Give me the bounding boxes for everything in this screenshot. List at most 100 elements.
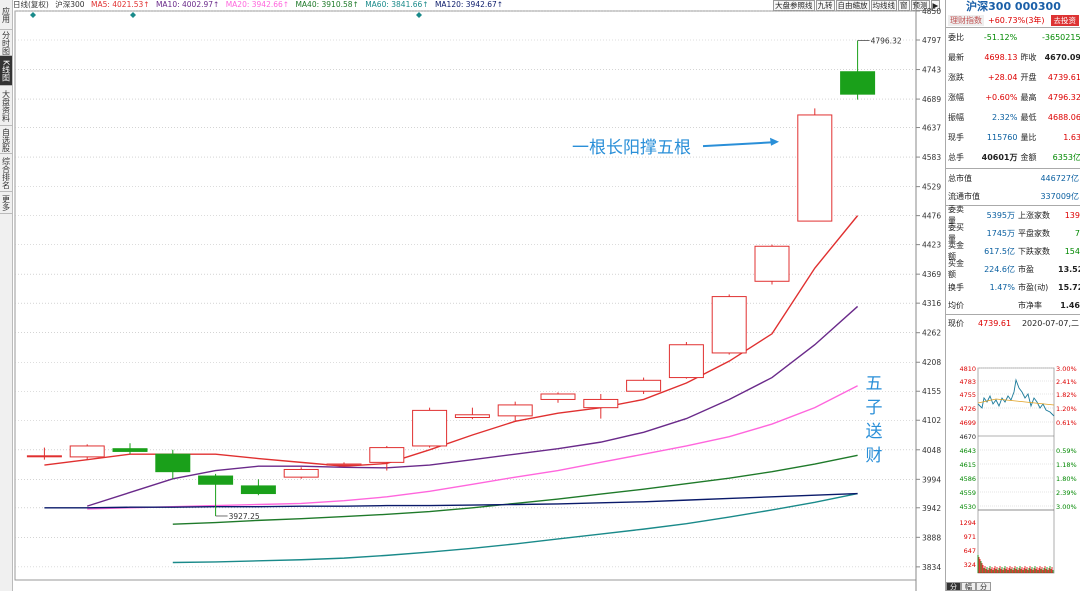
left-tab-3[interactable]: 大盘资料 — [0, 86, 12, 126]
candle-body-1 — [69, 445, 105, 458]
quote-value-2: 6353亿 — [1052, 153, 1080, 162]
y-tick-label-18: 3888 — [922, 533, 941, 542]
stats-value-2: 1.46 — [1060, 300, 1080, 310]
stats-value: 224.6亿 — [984, 264, 1015, 274]
candle-body-7 — [326, 463, 362, 466]
finance-index-label: 理财指数 — [948, 15, 984, 26]
y-tick-label-5: 4583 — [922, 153, 941, 162]
quote-key: 现手 — [948, 133, 964, 142]
y-tick-label-10: 4316 — [922, 299, 941, 308]
quote-value-2: 1.63 — [1063, 133, 1080, 142]
y-tick-label-12: 4208 — [922, 358, 941, 367]
quote-key: 最新 — [948, 53, 964, 62]
y-tick-label-15: 4048 — [922, 446, 941, 455]
market-key: 总市值 — [948, 173, 972, 183]
mini-left-8: 4586 — [959, 475, 976, 483]
mini-tab-1[interactable]: 幅 — [961, 582, 976, 591]
candle-body-15 — [668, 344, 704, 379]
price-row: 现价 4739.61 2020-07-07,二 — [946, 314, 1080, 331]
left-tab-5[interactable]: 综合排名 — [0, 154, 12, 192]
left-tab-6[interactable]: 更多 — [0, 192, 12, 214]
y-tick-label-7: 4476 — [922, 212, 941, 221]
quote-row-5: 现手 115760 量比 1.63 — [946, 128, 1080, 148]
mini-tab-2[interactable]: 分 — [976, 582, 991, 591]
candle-body-11 — [497, 404, 533, 417]
quote-key: 委比 — [948, 33, 964, 42]
y-tick-label-11: 4262 — [922, 329, 941, 338]
mini-vol-label-1: 971 — [964, 533, 976, 541]
candle-body-18 — [797, 114, 833, 222]
anno-char-2: 子 — [865, 398, 883, 418]
quote-key-2: 量比 — [1020, 133, 1037, 142]
stats-value: 617.5亿 — [984, 246, 1015, 256]
quote-key-2: 最高 — [1020, 93, 1037, 102]
intraday-mini-chart[interactable]: 4810 3.00% 4783 2.41% 4755 1.82% 4726 1.20% 4699… — [946, 365, 1080, 581]
quote-value: 4698.13 — [984, 53, 1018, 62]
quote-value: +28.04 — [987, 73, 1018, 82]
mini-tab-0[interactable]: 分 — [946, 582, 961, 591]
quote-key: 涨跌 — [948, 73, 964, 82]
mini-left-3: 4726 — [959, 405, 976, 413]
stats-value: 5395万 — [986, 210, 1015, 220]
mini-left-5: 4670 — [959, 433, 976, 441]
quote-title: 沪深300 000300 — [966, 0, 1061, 13]
stats-value-2: 15.72 — [1058, 282, 1080, 292]
market-key: 流通市值 — [948, 191, 980, 201]
anno-char-3: 送 — [865, 422, 883, 442]
quote-value: -51.12% — [983, 33, 1018, 42]
mini-right-2: 1.82% — [1056, 391, 1077, 399]
candle-body-2 — [112, 448, 148, 452]
candle-body-17 — [754, 245, 790, 282]
stats-value: 1.47% — [989, 282, 1015, 292]
mini-left-4: 4699 — [959, 419, 976, 427]
quote-row-4: 振幅 2.32% 最低 4688.06 — [946, 108, 1080, 128]
candle-body-16 — [711, 296, 747, 354]
stats-key-2: 下跌家数 — [1018, 246, 1050, 256]
mini-right-8: 1.80% — [1056, 475, 1077, 483]
mini-right-1: 2.41% — [1056, 378, 1077, 386]
stats-value: 1745万 — [986, 228, 1015, 238]
stats-key: 均价 — [948, 300, 964, 310]
quote-key-2: 最低 — [1020, 113, 1037, 122]
stats-value-2: 13.52 — [1058, 264, 1080, 274]
mini-left-6: 4643 — [959, 447, 976, 455]
mini-left-9: 4559 — [959, 489, 976, 497]
annotation-long-candle: 一根长阳撑五根 — [572, 138, 691, 158]
left-tab-1[interactable]: 分时图 — [0, 30, 12, 56]
mini-left-1: 4783 — [959, 378, 976, 386]
high-label: 4796.32 — [871, 37, 902, 46]
price-label: 现价 — [948, 318, 964, 328]
mini-left-7: 4615 — [959, 461, 976, 469]
mini-right-9: 2.39% — [1056, 489, 1077, 497]
quote-key: 涨幅 — [948, 93, 964, 102]
quote-value: +0.60% — [985, 93, 1018, 102]
left-tab-0[interactable]: 应用 — [0, 0, 12, 30]
quote-key: 总手 — [948, 153, 964, 162]
quote-panel: 沪深300 000300 理财指数 +60.73%(3年) 去投资 委比 -51.… — [945, 0, 1080, 591]
quote-value-2: 4739.61 — [1047, 73, 1080, 82]
low-label: 3927.25 — [229, 512, 260, 521]
y-tick-label-16: 3994 — [922, 475, 941, 484]
candle-body-3 — [155, 453, 191, 473]
mini-left-0: 4810 — [959, 365, 976, 373]
market-value: 446727亿 — [1040, 173, 1079, 183]
left-tab-4[interactable]: 自选股 — [0, 126, 12, 154]
candle-body-9 — [412, 409, 448, 447]
plot-area — [14, 10, 917, 581]
y-tick-label-0: 4850 — [922, 7, 941, 16]
mini-right-10: 3.00% — [1056, 503, 1077, 511]
stats-key-2: 平盘家数 — [1018, 228, 1050, 238]
mini-chart-tabs: 分幅分 — [946, 582, 991, 591]
market-row-0: 总市值 446727亿 — [946, 169, 1080, 187]
mini-right-0: 3.00% — [1056, 365, 1077, 373]
invest-button[interactable]: 去投资 — [1050, 15, 1079, 26]
quote-value-2: 4670.09 — [1044, 53, 1080, 62]
quote-key: 振幅 — [948, 113, 964, 122]
y-tick-label-4: 4637 — [922, 124, 941, 133]
kline-chart[interactable]: 4850 4797 4743 4689 4637 4583 4529 4476 4423 4369… — [13, 0, 945, 591]
y-tick-label-8: 4423 — [922, 241, 941, 250]
mini-right-4: 0.61% — [1056, 419, 1077, 427]
left-tab-2[interactable]: K线图 — [0, 56, 12, 86]
quote-value: 2.32% — [992, 113, 1018, 122]
quote-key-2: 昨收 — [1020, 53, 1037, 62]
